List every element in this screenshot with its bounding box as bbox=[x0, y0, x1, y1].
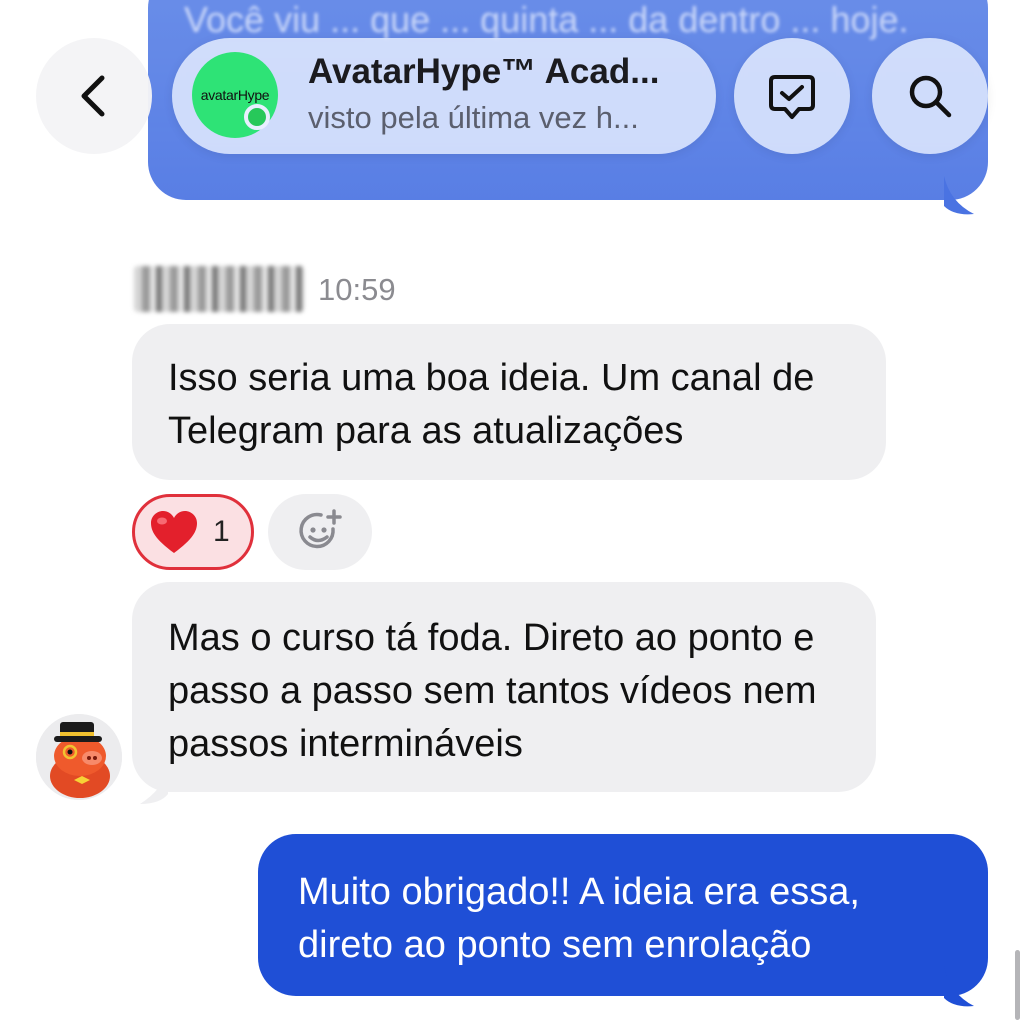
heart-reaction-chip[interactable]: 1 bbox=[132, 494, 254, 570]
outgoing-bubble-tail bbox=[944, 966, 974, 1007]
message-time: 10:59 bbox=[318, 272, 396, 307]
incoming-message-text: Isso seria uma boa ideia. Um canal de Te… bbox=[168, 357, 815, 452]
chevron-left-icon bbox=[81, 75, 105, 117]
chat-title-pill[interactable]: avatarHype AvatarHype™ Acad... visto pel… bbox=[172, 38, 716, 154]
incoming-message-text: Mas o curso tá foda. Direto ao ponto e p… bbox=[168, 617, 817, 765]
chat-check-icon bbox=[769, 75, 815, 119]
incoming-message-bubble[interactable]: Isso seria uma boa ideia. Um canal de Te… bbox=[132, 324, 886, 480]
outgoing-bubble-tail bbox=[944, 176, 974, 215]
outgoing-message-bubble[interactable]: Muito obrigado!! A ideia era essa, diret… bbox=[258, 834, 988, 996]
chat-name: AvatarHype™ Acad... bbox=[308, 52, 660, 91]
chat-last-seen-status: visto pela última vez h... bbox=[308, 100, 639, 135]
avatar-logo-text: avatarHype bbox=[200, 87, 270, 103]
todo-button[interactable] bbox=[734, 38, 850, 154]
search-icon bbox=[909, 75, 952, 118]
add-reaction-button[interactable] bbox=[268, 494, 372, 570]
back-button[interactable] bbox=[36, 38, 152, 154]
incoming-bubble-tail bbox=[140, 770, 168, 804]
heart-icon bbox=[151, 511, 197, 553]
outgoing-message-text: Muito obrigado!! A ideia era essa, diret… bbox=[298, 871, 860, 966]
incoming-message-bubble[interactable]: Mas o curso tá foda. Direto ao ponto e p… bbox=[132, 582, 876, 792]
pig-avatar-icon bbox=[36, 714, 122, 800]
search-button[interactable] bbox=[872, 38, 988, 154]
online-indicator bbox=[244, 104, 270, 130]
sender-avatar[interactable] bbox=[36, 714, 122, 800]
scrollbar[interactable] bbox=[1015, 950, 1020, 1020]
sender-name-redacted bbox=[134, 266, 304, 312]
add-emoji-icon bbox=[299, 509, 342, 549]
reaction-count: 1 bbox=[213, 515, 230, 548]
